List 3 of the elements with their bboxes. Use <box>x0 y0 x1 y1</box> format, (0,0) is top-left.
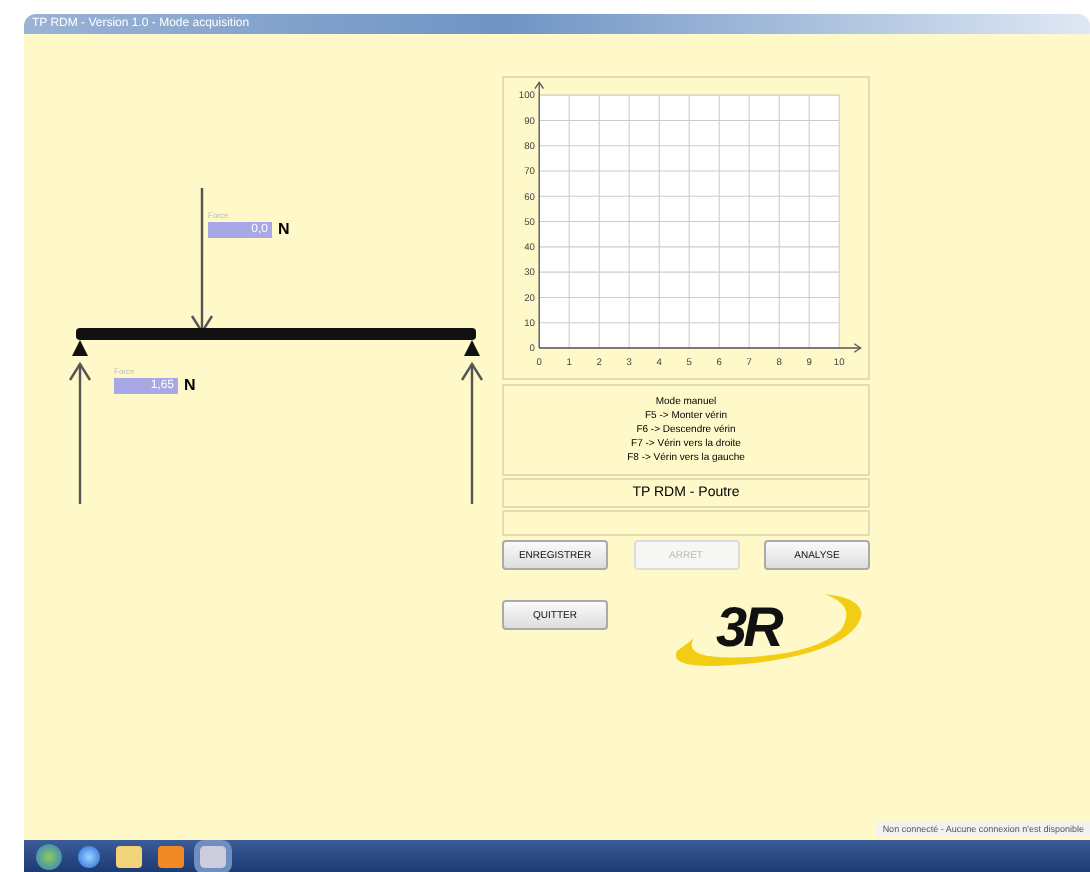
unit-label: N <box>278 220 290 238</box>
unit-label: N <box>184 376 196 394</box>
start-icon[interactable] <box>36 843 62 869</box>
